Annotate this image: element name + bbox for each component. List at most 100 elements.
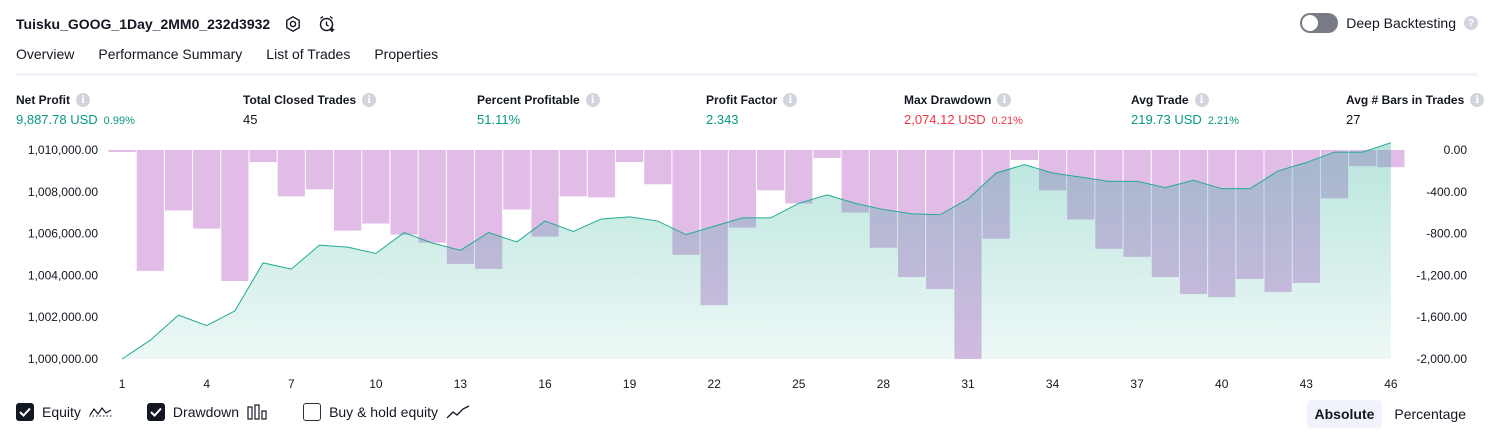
right-axis-tick-label: -1,200.00: [1416, 268, 1467, 282]
x-axis-tick-label: 7: [288, 377, 295, 391]
chart-legend: Equity Drawdown Buy & hold equity: [16, 403, 470, 421]
left-axis-tick-label: 1,008,000.00: [28, 185, 98, 199]
metric-value: 27: [1346, 112, 1484, 127]
metric-label: Avg # Bars in Trades i: [1346, 93, 1485, 107]
deep-backtesting-toggle[interactable]: [1300, 13, 1339, 33]
x-axis-tick-label: 31: [961, 377, 975, 391]
metric-label: Net Profit i: [16, 93, 135, 107]
legend-checkbox[interactable]: [16, 403, 34, 421]
drawdown-bar: [136, 150, 164, 271]
metric-label: Avg Trade i: [1131, 93, 1239, 107]
legend-checkbox[interactable]: [303, 403, 322, 421]
metric-percent: 0.99%: [103, 115, 135, 127]
metric-net-profit: Net Profit i 9,887.78 USD 0.99%: [16, 93, 135, 127]
equity-drawdown-chart: 1,010,000.00 1,008,000.00 1,006,000.00 1,00…: [28, 142, 1468, 391]
drawdown-bar: [1010, 150, 1038, 161]
drawdown-bar: [277, 150, 305, 197]
tab-overview[interactable]: Overview: [16, 46, 75, 76]
help-icon[interactable]: ?: [1464, 16, 1478, 30]
metric-value-text: 2,074.12 USD: [904, 112, 986, 127]
left-axis-tick-label: 1,006,000.00: [28, 227, 98, 241]
buyhold-line-icon: [446, 404, 470, 420]
info-icon[interactable]: i: [1470, 93, 1485, 107]
x-axis-tick-label: 13: [454, 377, 468, 391]
x-axis-tick-label: 10: [369, 377, 383, 391]
tab-list-of-trades[interactable]: List of Trades: [266, 46, 350, 74]
metric-label-text: Avg Trade: [1131, 93, 1189, 107]
legend-equity[interactable]: Equity: [16, 403, 113, 421]
equity-line-icon: [88, 404, 113, 420]
metric-value-text: 2.343: [706, 112, 739, 127]
add-alert-icon[interactable]: [316, 13, 338, 35]
drawdown-bar: [390, 150, 418, 235]
report-tabs: Overview Performance Summary List of Trade…: [16, 46, 462, 76]
x-axis-tick-label: 25: [792, 377, 806, 391]
drawdown-bars-icon: [247, 404, 269, 420]
drawdown-bar: [418, 150, 446, 243]
drawdown-bar: [559, 150, 587, 197]
metric-value-text: 27: [1346, 112, 1361, 127]
x-axis-tick-label: 40: [1215, 377, 1229, 391]
legend-drawdown[interactable]: Drawdown: [146, 403, 269, 421]
drawdown-bar: [334, 150, 362, 231]
legend-buy-hold-equity[interactable]: Buy & hold equity: [303, 403, 470, 421]
metric-percent-profitable: Percent Profitable i 51.11%: [477, 93, 600, 127]
view-mode-percentage[interactable]: Percentage: [1386, 400, 1474, 428]
info-icon[interactable]: i: [1194, 93, 1209, 107]
metric-value: 51.11%: [477, 112, 600, 127]
drawdown-bar: [728, 150, 756, 228]
metric-value: 45: [243, 112, 376, 127]
drawdown-bar: [503, 150, 531, 210]
left-axis-tick-label: 1,002,000.00: [28, 310, 98, 324]
legend-checkbox[interactable]: [146, 403, 165, 421]
metric-label-text: Net Profit: [16, 93, 70, 107]
checkmark-icon: [150, 407, 162, 417]
metric-value: 2,074.12 USD 0.21%: [904, 112, 1023, 127]
drawdown-bar: [193, 150, 221, 229]
settings-icon[interactable]: [282, 13, 304, 35]
x-axis-tick-label: 37: [1130, 377, 1144, 391]
metric-avg-trade: Avg Trade i 219.73 USD 2.21%: [1131, 93, 1239, 127]
info-icon[interactable]: i: [585, 93, 600, 107]
drawdown-bar: [249, 150, 277, 163]
tabs-divider: [16, 73, 1478, 76]
legend-label: Drawdown: [172, 404, 240, 420]
info-icon[interactable]: i: [362, 93, 377, 107]
info-icon[interactable]: i: [783, 93, 798, 107]
tab-properties[interactable]: Properties: [374, 46, 438, 74]
x-axis-tick-label: 43: [1300, 377, 1314, 391]
metric-percent: 0.21%: [991, 115, 1023, 127]
metric-max-drawdown: Max Drawdown i 2,074.12 USD 0.21%: [904, 93, 1023, 127]
drawdown-bar: [616, 150, 644, 163]
drawdown-bar: [757, 150, 785, 191]
right-axis-tick-label: -1,600.00: [1416, 310, 1467, 324]
x-axis-tick-label: 28: [877, 377, 891, 391]
checkmark-icon: [19, 407, 31, 417]
info-icon[interactable]: i: [76, 93, 90, 107]
strategy-header: Tuisku_GOOG_1Day_2MM0_232d3932: [16, 12, 338, 36]
metric-avg-bars-in-trades: Avg # Bars in Trades i 27: [1346, 93, 1485, 127]
x-axis-tick-label: 16: [538, 377, 552, 391]
metric-value-text: 219.73 USD: [1131, 112, 1202, 127]
legend-label: Buy & hold equity: [329, 404, 439, 420]
view-mode-switch: Absolute Percentage: [1306, 400, 1475, 428]
drawdown-bar: [785, 150, 813, 204]
deep-backtesting-label: Deep Backtesting: [1346, 15, 1456, 31]
tab-performance-summary[interactable]: Performance Summary: [98, 46, 242, 74]
right-axis-tick-label: -400.00: [1426, 185, 1467, 199]
left-axis-tick-label: 1,004,000.00: [28, 268, 98, 282]
view-mode-absolute[interactable]: Absolute: [1306, 400, 1383, 428]
metric-profit-factor: Profit Factor i 2.343: [706, 93, 798, 127]
strategy-title: Tuisku_GOOG_1Day_2MM0_232d3932: [16, 16, 271, 32]
info-icon[interactable]: i: [997, 93, 1012, 107]
metric-label-text: Total Closed Trades: [243, 93, 357, 107]
deep-backtesting: Deep Backtesting ?: [1300, 13, 1478, 33]
metric-label-text: Max Drawdown: [904, 93, 992, 107]
metric-value-text: 51.11%: [477, 112, 521, 127]
metric-value: 9,887.78 USD 0.99%: [16, 112, 135, 127]
drawdown-bar: [221, 150, 249, 281]
left-axis-tick-label: 1,010,000.00: [28, 143, 98, 157]
right-axis-tick-label: 0.00: [1444, 143, 1468, 157]
right-axis-tick-label: -2,000.00: [1416, 352, 1467, 366]
drawdown-bar: [164, 150, 193, 211]
